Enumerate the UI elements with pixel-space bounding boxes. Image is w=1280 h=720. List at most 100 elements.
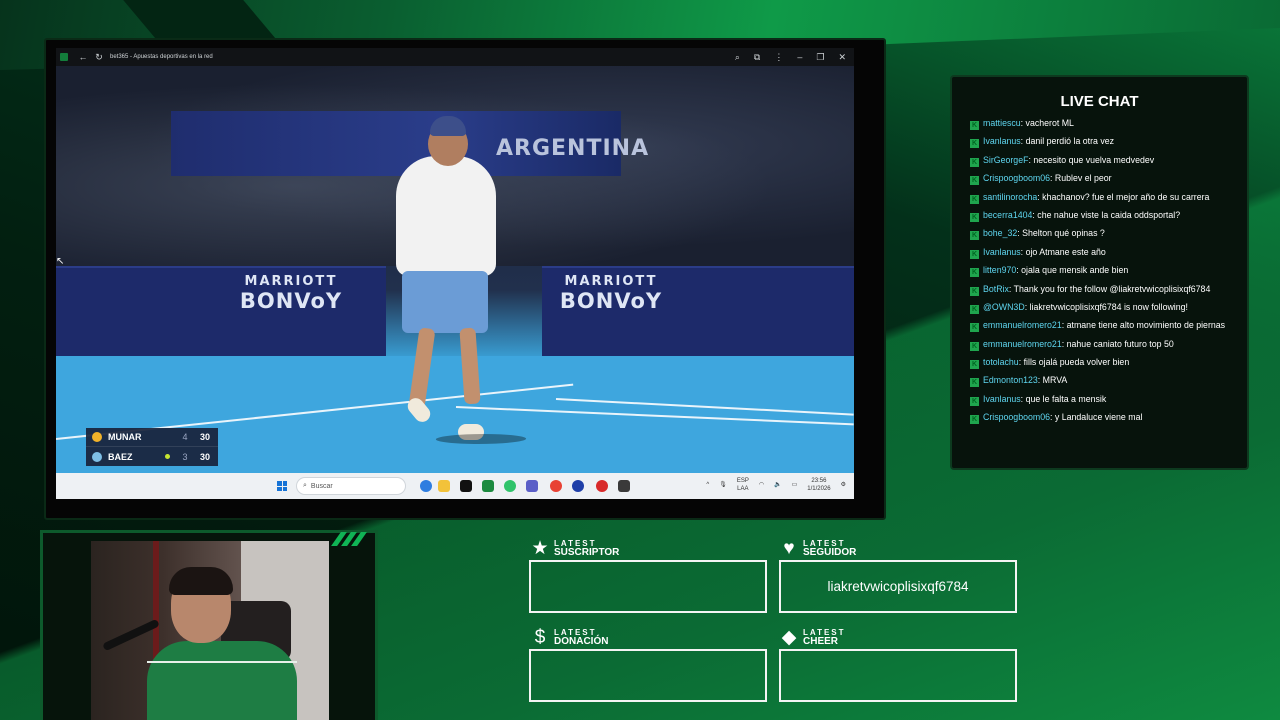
chat-message: Ktotolachu: fills ojalá pueda volver bie…	[970, 356, 1230, 370]
chat-username[interactable]: emmanuelromero21	[983, 339, 1062, 349]
lang-bottom: LAA	[737, 486, 749, 492]
board-logo-left-top: MARRIOTT	[244, 274, 338, 289]
back-icon[interactable]: ←	[78, 52, 88, 62]
taskbar-search[interactable]: ⌕ Buscar	[296, 477, 406, 495]
chat-username[interactable]: mattiescu	[983, 118, 1021, 128]
streamer-hair	[169, 567, 233, 595]
streamer-jersey	[147, 641, 297, 720]
app-icon[interactable]	[596, 480, 608, 492]
chat-text: Shelton qué opinas ?	[1022, 228, 1105, 239]
kick-badge-icon: K	[970, 378, 979, 388]
chat-username[interactable]: Edmonton123	[983, 375, 1038, 385]
latest-donacion-box	[529, 649, 767, 702]
latest-cheer-header: ◆ LATEST CHEER	[779, 627, 846, 647]
chat-username[interactable]: BotRix	[983, 284, 1009, 294]
chat-message: K SirGeorgeF: necesito que vuelva medvede…	[970, 154, 1230, 167]
jersey-stripes	[147, 661, 297, 667]
chat-text: y Landaluce viene mal	[1054, 412, 1143, 423]
windows-start-icon[interactable]	[277, 481, 287, 491]
clock-time: 23:56	[811, 478, 827, 484]
chat-message: K Crispoogboom06: Rublev el peor	[970, 172, 1230, 186]
mouse-cursor-icon: ↖	[56, 256, 65, 267]
chat-text: MRVA	[1042, 375, 1068, 386]
live-chat-title: LIVE CHAT	[1060, 93, 1139, 110]
latest-seguidor-big: SEGUIDOR	[803, 547, 857, 558]
chat-message: Kmattiescu: vacherot ML	[970, 117, 1230, 130]
chat-username[interactable]: SirGeorgeF	[983, 155, 1028, 165]
chat-text: liakretvwicoplisixqf6784 is now followin…	[1029, 301, 1188, 312]
chat-text: ojo Atmane este año	[1025, 246, 1106, 257]
scoreboard: MUNAR 4 30 BAEZ 3 30	[86, 428, 218, 466]
tray-chevron-icon[interactable]: ^	[706, 481, 709, 489]
chat-text: Thank you for the follow @liakretvwicopl…	[1013, 283, 1211, 294]
chat-username[interactable]: becerra1404	[983, 210, 1032, 220]
chat-username[interactable]: bohe_32	[983, 228, 1017, 238]
latest-donacion-big: DONACIÓN	[554, 636, 609, 647]
battery-icon[interactable]: ▭	[792, 481, 798, 489]
tennis-video[interactable]: ARGENTINA MARRIOTT BONVoY MARRIOTT BONVo…	[56, 66, 854, 473]
tiktok-icon[interactable]	[460, 480, 472, 492]
maximize-button[interactable]: ❐	[816, 52, 824, 63]
teams-icon[interactable]	[526, 480, 538, 492]
chrome-icon[interactable]	[550, 480, 562, 492]
lang-top: ESP	[736, 478, 749, 484]
menu-icon[interactable]: ⋮	[774, 52, 783, 63]
kick-badge-icon: K	[970, 286, 979, 296]
chat-text: vacherot ML	[1025, 118, 1074, 128]
player-shorts	[402, 271, 488, 333]
diamond-icon: ◆	[781, 626, 797, 648]
volume-icon[interactable]: 🔈	[774, 481, 781, 489]
chat-message: K BotRix: Thank you for the follow @liakr…	[970, 283, 1230, 296]
language-indicator[interactable]: ESP LAA	[737, 477, 749, 493]
minimize-button[interactable]: –	[797, 52, 802, 63]
star-icon: ★	[531, 537, 549, 559]
chat-username[interactable]: emmanuelromero21	[983, 320, 1062, 330]
file-explorer-icon[interactable]	[438, 480, 450, 492]
close-button[interactable]: ✕	[838, 52, 846, 63]
app-icon[interactable]	[572, 480, 584, 492]
chat-username[interactable]: santilinorocha	[983, 192, 1037, 202]
board-logo-right-bottom: BONVoY	[559, 289, 663, 313]
latest-cheer-big: CHEER	[803, 636, 839, 647]
chat-username[interactable]: Ivanlanus	[983, 136, 1021, 146]
system-tray: ^ 🎙 ESP LAA ◠ 🔈 ▭ 23:56 1/1/2026 ⚙	[706, 477, 846, 493]
clock[interactable]: 23:56 1/1/2026	[807, 477, 830, 493]
chat-username[interactable]: @OWN3D	[983, 302, 1025, 312]
kick-badge-icon: K	[970, 415, 979, 425]
notification-icon[interactable]: ⚙	[841, 481, 846, 489]
chat-username[interactable]: Ivanlanus	[983, 394, 1021, 404]
whatsapp-icon[interactable]	[504, 480, 516, 492]
wifi-icon[interactable]: ◠	[759, 481, 764, 489]
chat-text: atmane tiene alto movimiento de piernas	[1066, 320, 1226, 331]
chat-username[interactable]: Crispoogboom06	[983, 173, 1050, 183]
kick-badge-icon: K	[970, 212, 979, 222]
chat-messages[interactable]: Kmattiescu: vacherot ML K Ivanlanus: danil…	[970, 117, 1230, 430]
mic-icon[interactable]: 🎙	[719, 481, 727, 489]
app-icon[interactable]	[618, 480, 630, 492]
extensions-icon[interactable]: ⧉	[754, 52, 760, 63]
latest-cheer-box	[779, 649, 1017, 702]
score-game: 30	[199, 432, 210, 442]
flag-icon	[92, 451, 102, 462]
chat-text: che nahue viste la caida oddsportal?	[1037, 209, 1181, 220]
chat-username[interactable]: totolachu	[983, 357, 1019, 367]
kick-badge-icon: K	[970, 341, 979, 351]
score-sets: 4	[182, 432, 188, 442]
zoom-icon[interactable]: ⌕	[735, 52, 740, 63]
kick-badge-icon: K	[970, 360, 979, 370]
copilot-icon[interactable]	[420, 480, 432, 492]
chat-message: K Ivanlanus: que le falta a mensik	[970, 393, 1230, 406]
excel-icon[interactable]	[482, 480, 494, 492]
chat-text: fills ojalá pueda volver bien	[1023, 357, 1130, 368]
chat-username[interactable]: Ivanlanus	[983, 247, 1021, 257]
reload-icon[interactable]: ↻	[94, 52, 104, 62]
chat-username[interactable]: Crispoogboom06	[983, 412, 1050, 422]
score-player-name: BAEZ	[108, 451, 133, 462]
chat-message: Klitten970: ojala que mensik ande bien	[970, 264, 1230, 278]
chat-message: Kemmanuelromero21: nahue caniato futuro …	[970, 338, 1230, 351]
latest-suscriptor-box	[529, 560, 767, 613]
chat-message: K Ivanlanus: ojo Atmane este año	[970, 246, 1230, 259]
chat-username[interactable]: litten970	[983, 265, 1016, 275]
chat-message: Ksantilinorocha: khachanov? fue el mejor…	[970, 191, 1230, 204]
latest-suscriptor-header: ★ LATEST SUSCRIPTOR	[530, 538, 619, 558]
